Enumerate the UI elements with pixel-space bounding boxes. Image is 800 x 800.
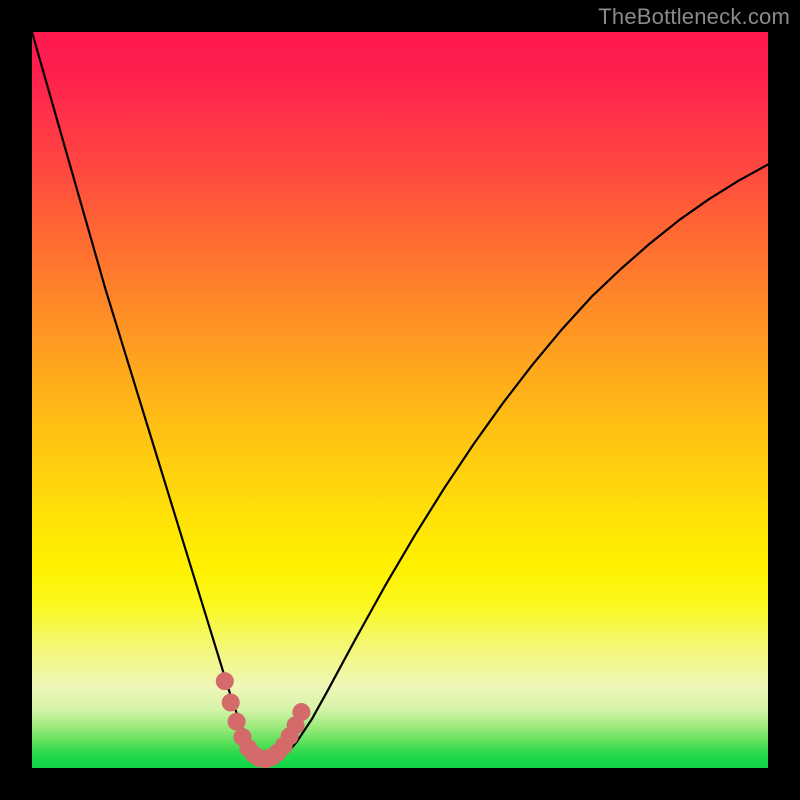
highlight-marker xyxy=(222,694,240,712)
bottleneck-curve xyxy=(32,32,768,759)
highlight-marker xyxy=(292,703,310,721)
curve-layer xyxy=(32,32,768,768)
chart-frame: TheBottleneck.com xyxy=(0,0,800,800)
highlight-marker xyxy=(228,713,246,731)
highlight-marker xyxy=(216,672,234,690)
watermark-text: TheBottleneck.com xyxy=(598,4,790,30)
bottleneck-minimum-markers xyxy=(216,672,311,768)
plot-area xyxy=(32,32,768,768)
